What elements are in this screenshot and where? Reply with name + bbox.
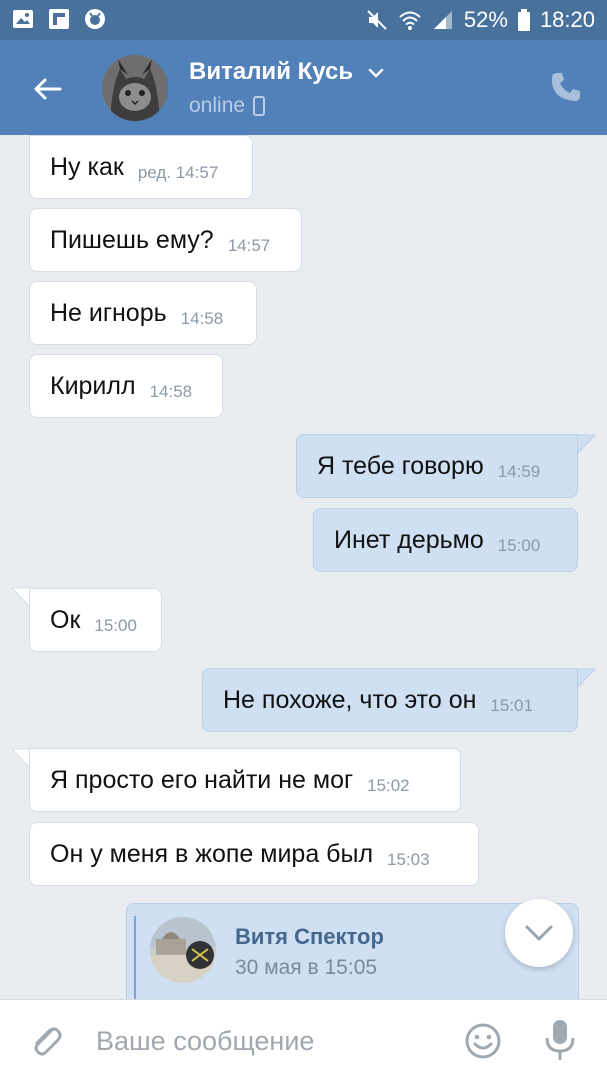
message-outgoing[interactable]: Не похоже, что это он 15:01 (202, 668, 578, 732)
contact-status: online (189, 94, 266, 118)
message-outgoing[interactable]: Инет дерьмо 15:00 (313, 508, 578, 572)
message-text: Пишешь ему? (50, 225, 214, 254)
forward-indicator (134, 916, 136, 999)
mobile-phone-icon (253, 96, 266, 116)
wifi-icon (399, 11, 421, 30)
mute-icon (367, 10, 387, 30)
battery-icon (517, 9, 530, 31)
message-text: Он у меня в жопе мира был (50, 839, 374, 868)
contact-name[interactable]: Виталий Кусь (189, 58, 384, 86)
forward-author-name[interactable]: Витя Спектор (235, 924, 384, 950)
message-time: 15:03 (387, 850, 430, 869)
composer-bar (0, 999, 607, 1081)
message-text: Я просто его найти не мог (50, 765, 354, 794)
message-incoming[interactable]: Не игнорь 14:58 (29, 281, 257, 345)
message-outgoing[interactable]: Я тебе говорю 14:59 (296, 434, 578, 498)
message-text: Инет дерьмо (334, 525, 484, 554)
message-list[interactable]: Ну как ред. 14:57 Пишешь ему? 14:57 Не и… (0, 135, 607, 999)
message-time: 15:00 (94, 616, 137, 635)
message-time: ред. 14:57 (137, 163, 219, 182)
message-incoming[interactable]: Кирилл 14:58 (29, 354, 223, 418)
message-time: 15:02 (367, 776, 410, 795)
message-time: 14:58 (180, 309, 224, 328)
paperclip-icon[interactable] (28, 1022, 64, 1060)
contact-avatar[interactable] (102, 55, 168, 121)
scroll-down-button[interactable] (505, 899, 573, 967)
chevron-down-icon (525, 925, 553, 941)
forward-author-avatar[interactable] (150, 917, 216, 983)
microphone-icon[interactable] (543, 1018, 577, 1062)
message-text: Я тебе говорю (317, 451, 484, 480)
message-time: 14:58 (149, 382, 193, 401)
chevron-down-icon[interactable] (368, 68, 384, 78)
message-incoming[interactable]: Пишешь ему? 14:57 (29, 208, 302, 272)
contact-name-label: Виталий Кусь (189, 58, 354, 85)
clock: 18:20 (539, 7, 595, 32)
message-text: Ок (50, 605, 81, 634)
message-incoming[interactable]: Ок 15:00 (29, 588, 162, 652)
message-incoming[interactable]: Он у меня в жопе мира был 15:03 (29, 822, 479, 886)
forward-date: 30 мая в 15:05 (235, 956, 378, 979)
chat-header: Виталий Кусь online (0, 40, 607, 135)
flipboard-icon (49, 9, 69, 29)
message-text: Не похоже, что это он (223, 685, 477, 714)
message-incoming[interactable]: Ну как ред. 14:57 (29, 135, 253, 199)
shield-icon (85, 9, 105, 29)
back-arrow-icon[interactable] (30, 72, 64, 106)
message-text: Ну как (50, 152, 124, 181)
signal-icon (433, 11, 452, 29)
message-incoming[interactable]: Я просто его найти не мог 15:02 (29, 748, 461, 812)
message-text: Кирилл (50, 371, 136, 400)
message-time: 15:01 (490, 696, 533, 715)
battery-percent: 52% (463, 7, 508, 32)
message-input[interactable] (96, 1018, 436, 1064)
message-time: 15:00 (497, 536, 541, 555)
gallery-icon (13, 10, 33, 28)
call-icon[interactable] (549, 70, 583, 104)
message-text: Не игнорь (50, 298, 167, 327)
contact-status-label: online (189, 94, 246, 117)
smiley-icon[interactable] (464, 1022, 502, 1060)
message-time: 14:59 (497, 462, 541, 481)
status-bar: 52% 18:20 (0, 0, 607, 40)
message-time: 14:57 (227, 236, 271, 255)
